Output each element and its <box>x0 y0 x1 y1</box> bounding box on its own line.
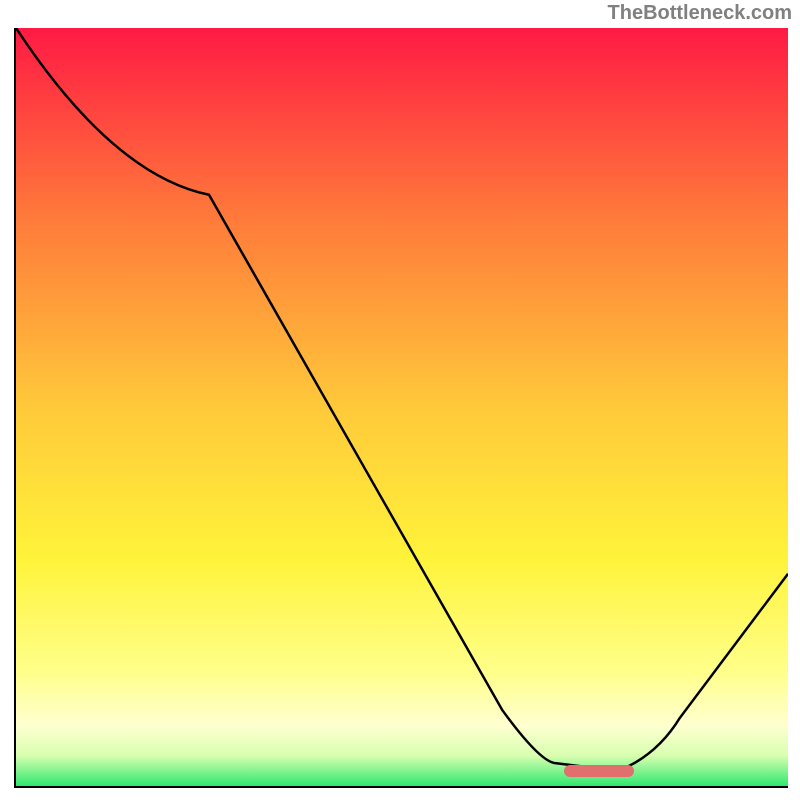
bottleneck-curve <box>16 28 788 786</box>
chart-plot-area <box>14 28 788 788</box>
watermark-text: TheBottleneck.com <box>608 2 792 25</box>
optimal-range-marker <box>564 765 633 777</box>
